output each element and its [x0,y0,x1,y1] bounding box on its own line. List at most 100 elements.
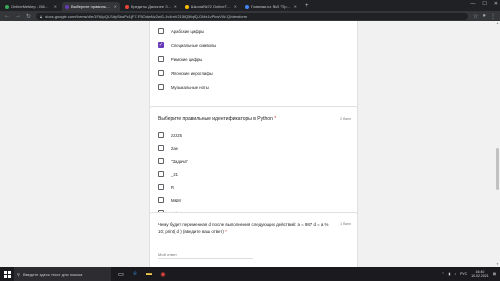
tab-title: Главная.kz №3 "Програм [251,4,292,9]
taskbar-search[interactable]: ⚲ Введите здесь текст для поиска [14,267,111,281]
star-icon[interactable]: ☆ [473,13,478,20]
new-tab-button[interactable]: + [302,2,312,11]
tab-1[interactable]: OnlineMektep - Bilim.org ✕ [2,2,60,11]
tab-title: Выберите правильные ид [71,4,112,9]
checkbox[interactable] [158,84,164,90]
tab-5[interactable]: Главная.kz №3 "Програм✕ [242,2,300,11]
clock-date: 10.02.2021 [471,274,489,278]
option-label: Римские цифры [171,56,203,62]
option-label: Музыкальные ноты [171,84,209,90]
checkbox-option[interactable]: zzz25 [158,132,182,138]
edge-icon[interactable]: e [131,270,139,278]
required-mark: * [225,229,227,234]
question-card-1: Арабские цифры ✓ Специальные символы Римс… [149,21,358,109]
checkbox-option[interactable]: Японские иероглифы [158,70,213,76]
scroll-up-icon[interactable]: ▲ [495,21,500,26]
tab-favicon-icon [5,4,9,9]
option-label: R [171,184,175,190]
checkbox[interactable] [158,197,164,203]
close-icon[interactable]: ✕ [234,4,237,9]
checkmark-icon: ✓ [158,42,164,48]
menu-icon[interactable]: ⋮ [490,13,496,20]
checkbox[interactable] [158,171,164,177]
checkbox[interactable] [158,70,164,76]
checkbox-option[interactable]: Музыкальные ноты [158,84,209,90]
tab-3[interactable]: Кредиты Дальнее Загрязн✕ [122,2,180,11]
option-label: zzz25 [171,132,182,138]
minimize-icon[interactable]: — [470,1,475,7]
tab-4[interactable]: Школа№72 OnlineTop - Ош✕ [182,2,240,11]
checkbox-option[interactable]: 2ae [158,145,178,151]
back-icon[interactable]: ← [4,13,10,19]
task-view-icon[interactable]: ▭ [117,270,125,278]
address-bar[interactable]: 🔒︎ docs.google.com/forms/d/e/1FAIpQLSdyS… [36,12,468,20]
checkbox-option[interactable]: Римские цифры [158,56,202,62]
option-label: Японские иероглифы [171,70,213,76]
browser-tab-strip: OnlineMektep - Bilim.org ✕ Выберите прави… [0,0,500,11]
close-icon[interactable]: ✕ [174,4,177,9]
scrollbar-thumb[interactable] [496,148,499,190]
taskbar-apps: ▭ e ▬ ◉ [117,270,167,278]
question-title: Выберите правильные идентификаторы в Pyt… [158,116,276,122]
url-text: docs.google.com/forms/d/e/1FAIpQLSdySbuP… [45,13,248,19]
checkbox-option[interactable]: M&M [158,197,181,203]
checkbox[interactable] [158,145,164,151]
lock-icon: 🔒︎ [40,13,43,19]
form-page: Арабские цифры ✓ Специальные символы Римс… [0,21,500,267]
tab-favicon-icon [245,4,249,9]
question-text: Выберите правильные идентификаторы в Pyt… [158,116,273,122]
option-label: "Задача" [171,158,189,164]
option-label: 2ae [171,145,178,151]
close-icon[interactable]: ✕ [54,4,57,9]
checkbox-option[interactable]: ✓ Специальные символы [158,42,216,48]
toolbar-right: ☆ ● ⋮ [473,13,496,20]
option-label: Специальные символы [171,42,217,48]
windows-taskbar: ⚲ Введите здесь текст для поиска ▭ e ▬ ◉… [0,267,500,281]
close-window-icon[interactable]: ✕ [494,1,498,7]
checkbox[interactable] [158,28,164,34]
points-label: 1 балл [340,222,351,226]
network-icon[interactable]: ▮ [448,272,450,276]
checkbox-option[interactable]: _21 [158,171,178,177]
tab-title: OnlineMektep - Bilim.org [11,4,52,9]
window-controls: — ☐ ✕ [470,1,498,7]
option-label: Арабские цифры [171,28,205,34]
windows-logo-icon [3,270,11,278]
checkbox[interactable] [158,158,164,164]
page-scrollbar[interactable]: ▲ ▼ [495,21,500,267]
browser-toolbar: ← → ↻ 🔒︎ docs.google.com/forms/d/e/1FAIp… [0,11,500,21]
search-placeholder: Введите здесь текст для поиска [22,271,83,277]
tab-2[interactable]: Выберите правильные ид✕ [62,2,120,11]
checkbox-option[interactable]: Арабские цифры [158,28,204,34]
forward-icon[interactable]: → [15,13,21,19]
chrome-icon[interactable]: ◉ [159,270,167,278]
chevron-up-icon[interactable]: ⌃ [442,272,445,276]
points-label: 2 балл [340,117,351,121]
close-icon[interactable]: ✕ [294,4,297,9]
folder-icon[interactable]: ▬ [145,270,153,278]
option-label: _21 [171,171,178,177]
screen: OnlineMektep - Bilim.org ✕ Выберите прави… [0,0,500,281]
reload-icon[interactable]: ↻ [26,13,31,20]
clock[interactable]: 16:40 10.02.2021 [471,270,489,278]
checkbox-option[interactable]: R [158,184,174,190]
checkbox-option[interactable]: "Задача" [158,158,188,164]
close-icon[interactable]: ✕ [114,4,117,9]
tab-favicon-icon [125,4,129,9]
question-text: Чему будет переменная d после выполнения… [158,222,329,234]
checkbox[interactable] [158,132,164,138]
start-button[interactable] [0,267,14,281]
checkbox[interactable] [158,56,164,62]
required-mark: * [274,116,277,122]
notification-icon[interactable]: ▤ [493,272,496,276]
checkbox[interactable] [158,184,164,190]
volume-icon[interactable]: ♪ [454,272,456,276]
tab-title: Кредиты Дальнее Загрязн [131,4,172,9]
answer-input[interactable] [158,251,253,259]
system-tray: ⌃ ▮ ♪ РУС 16:40 10.02.2021 ▤ [442,270,500,278]
profile-icon[interactable]: ● [482,13,486,20]
checkbox-checked[interactable]: ✓ [158,42,164,48]
question-title: Чему будет переменная d после выполнения… [158,221,333,235]
maximize-icon[interactable]: ☐ [482,1,486,7]
language-indicator[interactable]: РУС [460,272,467,276]
